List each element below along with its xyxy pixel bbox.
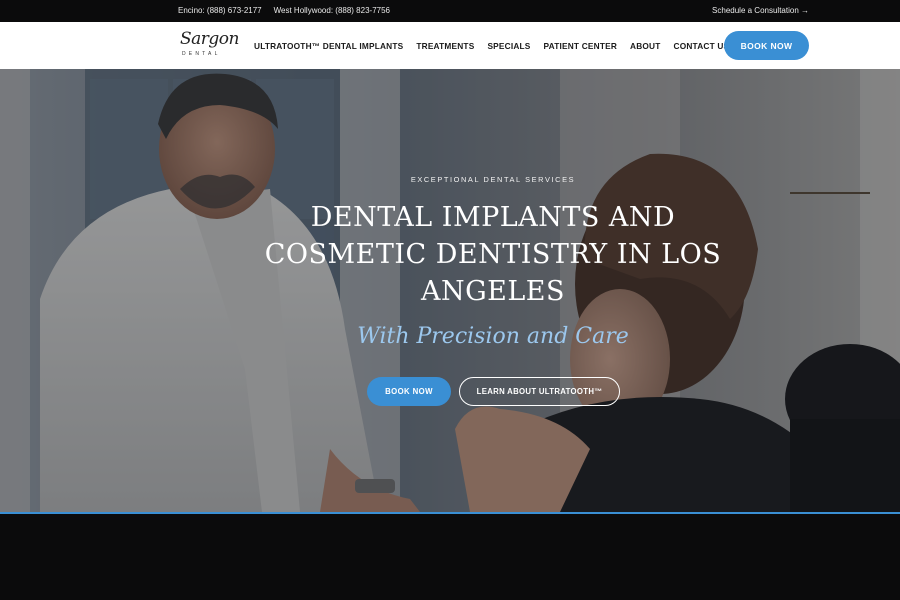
phone-numbers: Encino: (888) 673-2177 West Hollywood: (… <box>178 6 390 15</box>
schedule-consultation-link[interactable]: Schedule a Consultation → <box>712 6 809 15</box>
nav-item-specials[interactable]: SPECIALS <box>487 41 530 51</box>
phone-west-hollywood-link[interactable]: West Hollywood: (888) 823-7756 <box>274 6 390 15</box>
nav-item-contact[interactable]: CONTACT US <box>674 41 730 51</box>
main-nav: Sargon DENTAL ULTRATOOTH™ DENTAL IMPLANT… <box>0 22 900 69</box>
phone-encino-link[interactable]: Encino: (888) 673-2177 <box>178 6 262 15</box>
nav-item-treatments[interactable]: TREATMENTS <box>416 41 474 51</box>
hero-tagline: With Precision and Care <box>357 324 629 349</box>
top-bar: Encino: (888) 673-2177 West Hollywood: (… <box>0 0 900 22</box>
logo-subtitle: DENTAL <box>182 51 221 57</box>
hero-eyebrow: EXCEPTIONAL DENTAL SERVICES <box>410 175 576 184</box>
nav-item-patient-center[interactable]: PATIENT CENTER <box>544 41 617 51</box>
nav-item-about[interactable]: ABOUT <box>630 41 661 51</box>
logo[interactable]: Sargon DENTAL <box>178 29 239 61</box>
hero-book-now-button[interactable]: BOOK NOW <box>367 377 451 406</box>
logo-script: Sargon <box>180 29 239 49</box>
below-hero-section <box>0 514 900 600</box>
book-now-button[interactable]: BOOK NOW <box>724 31 809 60</box>
nav-menu: ULTRATOOTH™ DENTAL IMPLANTS TREATMENTS S… <box>254 41 729 51</box>
learn-about-ultratooth-button[interactable]: LEARN ABOUT ULTRATOOTH™ <box>459 377 620 406</box>
hero-headline: DENTAL IMPLANTS AND COSMETIC DENTISTRY I… <box>264 202 722 307</box>
hero-section: EXCEPTIONAL DENTAL SERVICES DENTAL IMPLA… <box>0 69 900 512</box>
nav-item-ultratooth[interactable]: ULTRATOOTH™ DENTAL IMPLANTS <box>254 41 403 51</box>
